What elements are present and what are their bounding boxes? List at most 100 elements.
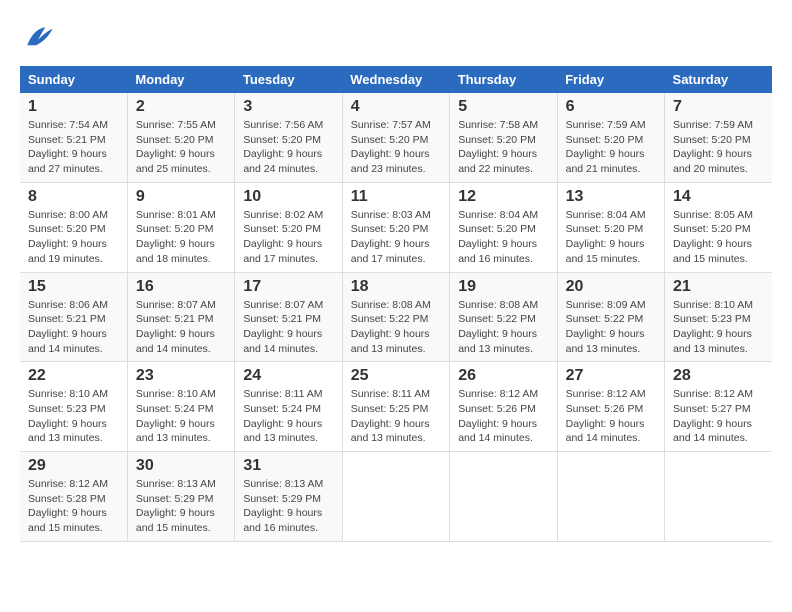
- calendar-cell: 9 Sunrise: 8:01 AMSunset: 5:20 PMDayligh…: [127, 182, 234, 272]
- calendar-cell: 29 Sunrise: 8:12 AMSunset: 5:28 PMDaylig…: [20, 452, 127, 542]
- day-number: 11: [351, 188, 441, 206]
- day-info: Sunrise: 7:58 AMSunset: 5:20 PMDaylight:…: [458, 118, 548, 177]
- day-number: 15: [28, 278, 119, 296]
- day-number: 10: [243, 188, 333, 206]
- calendar-cell: 10 Sunrise: 8:02 AMSunset: 5:20 PMDaylig…: [235, 182, 342, 272]
- day-info: Sunrise: 8:07 AMSunset: 5:21 PMDaylight:…: [243, 298, 333, 357]
- day-info: Sunrise: 8:00 AMSunset: 5:20 PMDaylight:…: [28, 208, 119, 267]
- column-header-saturday: Saturday: [665, 66, 772, 93]
- day-number: 16: [136, 278, 226, 296]
- day-number: 30: [136, 457, 226, 475]
- day-info: Sunrise: 8:06 AMSunset: 5:21 PMDaylight:…: [28, 298, 119, 357]
- day-info: Sunrise: 7:56 AMSunset: 5:20 PMDaylight:…: [243, 118, 333, 177]
- day-info: Sunrise: 8:02 AMSunset: 5:20 PMDaylight:…: [243, 208, 333, 267]
- day-number: 17: [243, 278, 333, 296]
- calendar-cell: 25 Sunrise: 8:11 AMSunset: 5:25 PMDaylig…: [342, 362, 449, 452]
- day-info: Sunrise: 8:04 AMSunset: 5:20 PMDaylight:…: [566, 208, 656, 267]
- calendar-cell: 21 Sunrise: 8:10 AMSunset: 5:23 PMDaylig…: [665, 272, 772, 362]
- day-info: Sunrise: 8:10 AMSunset: 5:24 PMDaylight:…: [136, 387, 226, 446]
- calendar-cell: 3 Sunrise: 7:56 AMSunset: 5:20 PMDayligh…: [235, 93, 342, 182]
- week-row-2: 8 Sunrise: 8:00 AMSunset: 5:20 PMDayligh…: [20, 182, 772, 272]
- day-number: 19: [458, 278, 548, 296]
- day-number: 14: [673, 188, 764, 206]
- calendar-cell: [450, 452, 557, 542]
- calendar-cell: 27 Sunrise: 8:12 AMSunset: 5:26 PMDaylig…: [557, 362, 664, 452]
- day-info: Sunrise: 8:10 AMSunset: 5:23 PMDaylight:…: [28, 387, 119, 446]
- day-number: 20: [566, 278, 656, 296]
- calendar-cell: 13 Sunrise: 8:04 AMSunset: 5:20 PMDaylig…: [557, 182, 664, 272]
- calendar-cell: 30 Sunrise: 8:13 AMSunset: 5:29 PMDaylig…: [127, 452, 234, 542]
- logo: [20, 20, 60, 56]
- day-info: Sunrise: 7:55 AMSunset: 5:20 PMDaylight:…: [136, 118, 226, 177]
- day-info: Sunrise: 8:05 AMSunset: 5:20 PMDaylight:…: [673, 208, 764, 267]
- calendar-cell: 5 Sunrise: 7:58 AMSunset: 5:20 PMDayligh…: [450, 93, 557, 182]
- calendar-cell: 22 Sunrise: 8:10 AMSunset: 5:23 PMDaylig…: [20, 362, 127, 452]
- calendar-cell: 18 Sunrise: 8:08 AMSunset: 5:22 PMDaylig…: [342, 272, 449, 362]
- day-info: Sunrise: 8:11 AMSunset: 5:25 PMDaylight:…: [351, 387, 441, 446]
- column-header-tuesday: Tuesday: [235, 66, 342, 93]
- day-info: Sunrise: 8:12 AMSunset: 5:26 PMDaylight:…: [458, 387, 548, 446]
- day-info: Sunrise: 7:59 AMSunset: 5:20 PMDaylight:…: [566, 118, 656, 177]
- day-number: 7: [673, 98, 764, 116]
- calendar-cell: 2 Sunrise: 7:55 AMSunset: 5:20 PMDayligh…: [127, 93, 234, 182]
- day-info: Sunrise: 7:59 AMSunset: 5:20 PMDaylight:…: [673, 118, 764, 177]
- day-info: Sunrise: 8:01 AMSunset: 5:20 PMDaylight:…: [136, 208, 226, 267]
- day-number: 12: [458, 188, 548, 206]
- calendar-cell: 31 Sunrise: 8:13 AMSunset: 5:29 PMDaylig…: [235, 452, 342, 542]
- week-row-5: 29 Sunrise: 8:12 AMSunset: 5:28 PMDaylig…: [20, 452, 772, 542]
- day-number: 6: [566, 98, 656, 116]
- day-number: 13: [566, 188, 656, 206]
- day-info: Sunrise: 8:13 AMSunset: 5:29 PMDaylight:…: [243, 477, 333, 536]
- calendar-cell: 15 Sunrise: 8:06 AMSunset: 5:21 PMDaylig…: [20, 272, 127, 362]
- day-number: 18: [351, 278, 441, 296]
- calendar-cell: 4 Sunrise: 7:57 AMSunset: 5:20 PMDayligh…: [342, 93, 449, 182]
- day-number: 27: [566, 367, 656, 385]
- calendar-cell: 28 Sunrise: 8:12 AMSunset: 5:27 PMDaylig…: [665, 362, 772, 452]
- day-info: Sunrise: 8:03 AMSunset: 5:20 PMDaylight:…: [351, 208, 441, 267]
- day-info: Sunrise: 8:08 AMSunset: 5:22 PMDaylight:…: [351, 298, 441, 357]
- day-number: 1: [28, 98, 119, 116]
- day-number: 23: [136, 367, 226, 385]
- day-number: 4: [351, 98, 441, 116]
- calendar-cell: 20 Sunrise: 8:09 AMSunset: 5:22 PMDaylig…: [557, 272, 664, 362]
- day-info: Sunrise: 8:12 AMSunset: 5:26 PMDaylight:…: [566, 387, 656, 446]
- week-row-3: 15 Sunrise: 8:06 AMSunset: 5:21 PMDaylig…: [20, 272, 772, 362]
- header-row: SundayMondayTuesdayWednesdayThursdayFrid…: [20, 66, 772, 93]
- day-number: 21: [673, 278, 764, 296]
- day-number: 31: [243, 457, 333, 475]
- logo-icon: [20, 20, 56, 56]
- day-info: Sunrise: 8:13 AMSunset: 5:29 PMDaylight:…: [136, 477, 226, 536]
- day-number: 29: [28, 457, 119, 475]
- calendar-cell: 11 Sunrise: 8:03 AMSunset: 5:20 PMDaylig…: [342, 182, 449, 272]
- day-number: 8: [28, 188, 119, 206]
- calendar-cell: 16 Sunrise: 8:07 AMSunset: 5:21 PMDaylig…: [127, 272, 234, 362]
- column-header-thursday: Thursday: [450, 66, 557, 93]
- calendar-cell: 6 Sunrise: 7:59 AMSunset: 5:20 PMDayligh…: [557, 93, 664, 182]
- calendar-cell: 12 Sunrise: 8:04 AMSunset: 5:20 PMDaylig…: [450, 182, 557, 272]
- calendar-cell: 7 Sunrise: 7:59 AMSunset: 5:20 PMDayligh…: [665, 93, 772, 182]
- day-info: Sunrise: 7:57 AMSunset: 5:20 PMDaylight:…: [351, 118, 441, 177]
- calendar-cell: 8 Sunrise: 8:00 AMSunset: 5:20 PMDayligh…: [20, 182, 127, 272]
- column-header-sunday: Sunday: [20, 66, 127, 93]
- calendar-cell: [342, 452, 449, 542]
- calendar-cell: [557, 452, 664, 542]
- day-number: 2: [136, 98, 226, 116]
- column-header-friday: Friday: [557, 66, 664, 93]
- day-info: Sunrise: 8:07 AMSunset: 5:21 PMDaylight:…: [136, 298, 226, 357]
- calendar-cell: 19 Sunrise: 8:08 AMSunset: 5:22 PMDaylig…: [450, 272, 557, 362]
- day-number: 3: [243, 98, 333, 116]
- day-info: Sunrise: 8:11 AMSunset: 5:24 PMDaylight:…: [243, 387, 333, 446]
- header: [20, 20, 772, 56]
- day-number: 24: [243, 367, 333, 385]
- calendar-cell: [665, 452, 772, 542]
- week-row-4: 22 Sunrise: 8:10 AMSunset: 5:23 PMDaylig…: [20, 362, 772, 452]
- day-info: Sunrise: 8:08 AMSunset: 5:22 PMDaylight:…: [458, 298, 548, 357]
- calendar-table: SundayMondayTuesdayWednesdayThursdayFrid…: [20, 66, 772, 542]
- day-info: Sunrise: 8:10 AMSunset: 5:23 PMDaylight:…: [673, 298, 764, 357]
- calendar-cell: 26 Sunrise: 8:12 AMSunset: 5:26 PMDaylig…: [450, 362, 557, 452]
- day-number: 22: [28, 367, 119, 385]
- day-number: 26: [458, 367, 548, 385]
- day-number: 9: [136, 188, 226, 206]
- column-header-wednesday: Wednesday: [342, 66, 449, 93]
- day-number: 5: [458, 98, 548, 116]
